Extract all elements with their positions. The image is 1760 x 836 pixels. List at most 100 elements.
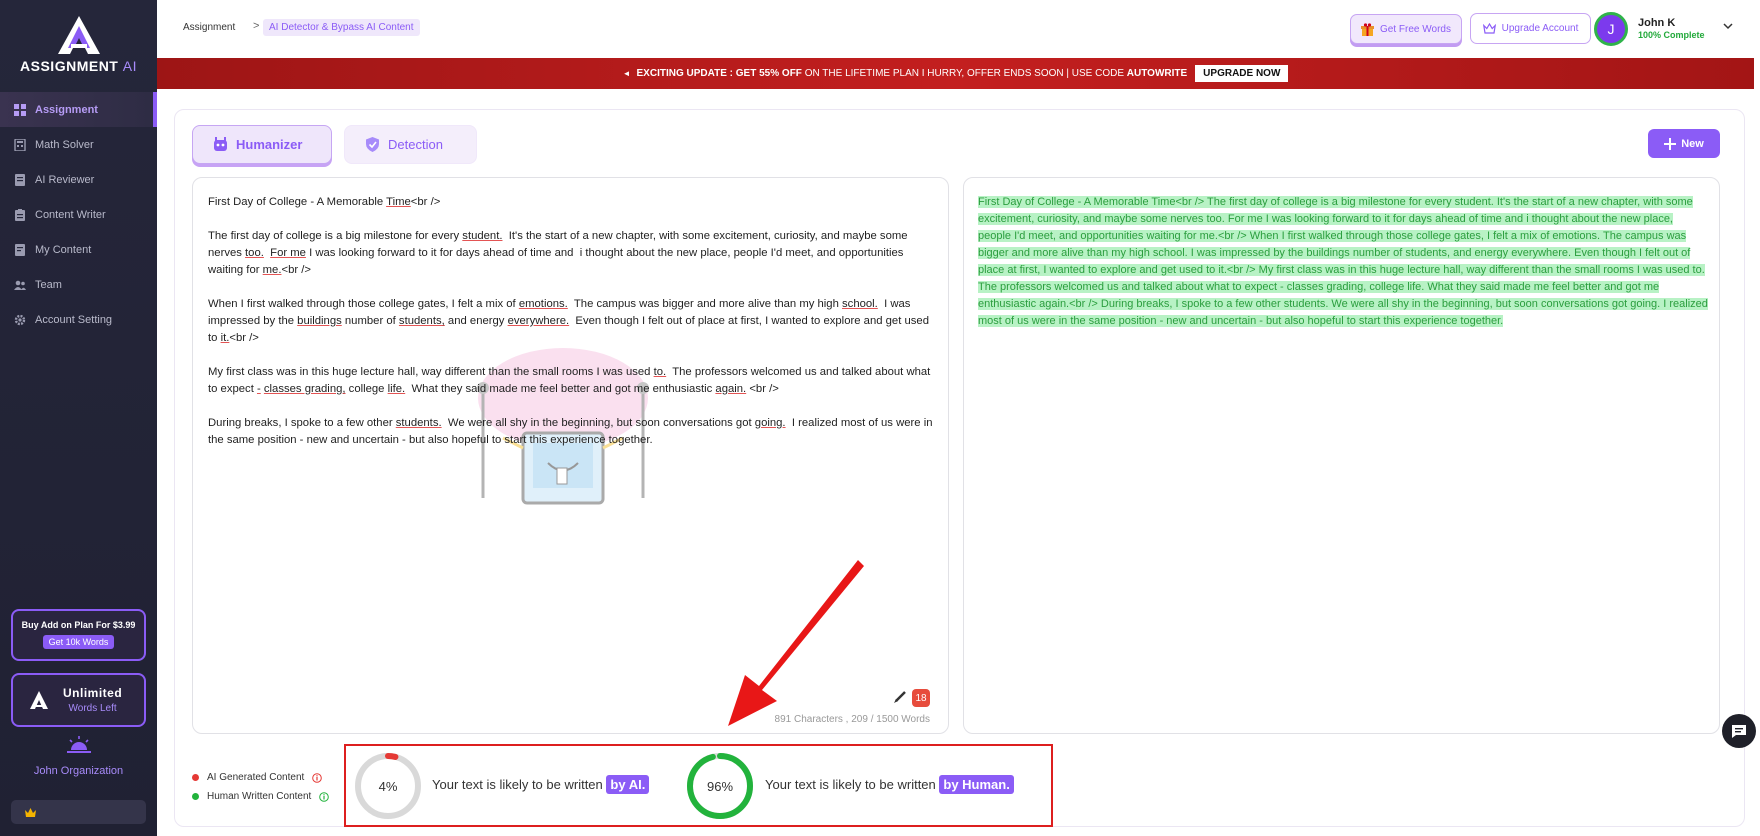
- sidebar-item-label: Account Setting: [35, 313, 113, 326]
- chevron-down-icon[interactable]: [1722, 20, 1734, 32]
- legend-ai: AI Generated Content: [192, 768, 329, 787]
- breadcrumb-root[interactable]: Assignment: [183, 22, 235, 33]
- logo-mark-icon: [30, 691, 48, 709]
- sidebar-item-account-setting[interactable]: Account Setting: [0, 302, 157, 337]
- legend: AI Generated Content Human Written Conte…: [192, 768, 330, 806]
- banner-text: ON THE LIFETIME PLAN I HURRY, OFFER ENDS…: [804, 68, 1125, 79]
- robot-icon: [214, 137, 227, 151]
- organization[interactable]: John Organization: [0, 736, 157, 777]
- output-sentence: When I first walked through those colleg…: [1246, 230, 1601, 242]
- input-editor[interactable]: First Day of College - A Memorable Time<…: [192, 177, 949, 734]
- get-10k-words-button[interactable]: Get 10k Words: [42, 635, 115, 649]
- gift-icon: [1361, 22, 1375, 36]
- sidebar-item-label: AI Reviewer: [35, 173, 95, 186]
- input-paragraph: First Day of College - A Memorable Time<…: [208, 196, 441, 208]
- gear-icon: [14, 314, 26, 326]
- clipboard-icon: [14, 208, 26, 221]
- upgrade-account-label: Upgrade Account: [1501, 23, 1579, 34]
- human-score-sentence: Your text is likely to be written: [765, 777, 936, 792]
- grid-icon: [14, 103, 26, 116]
- word-counter: 891 Characters , 209 / 1500 Words: [774, 714, 930, 725]
- ai-score-text: Your text is likely to be written by AI.: [432, 775, 650, 794]
- sidebar-item-content-writer[interactable]: Content Writer: [0, 197, 157, 232]
- sidebar-item-label: Content Writer: [35, 208, 106, 221]
- upgrade-now-button[interactable]: UPGRADE NOW: [1195, 65, 1289, 82]
- breadcrumb-separator: >: [253, 20, 260, 32]
- sidebar-item-label: Assignment: [35, 103, 98, 116]
- ai-dot-icon: [192, 774, 199, 781]
- sidebar-item-label: My Content: [35, 243, 92, 256]
- sidebar: ASSIGNMENT AI Assignment Math Solver AI …: [0, 0, 157, 836]
- human-score-gauge: 96%: [686, 752, 754, 820]
- get-free-words-button[interactable]: Get Free Words: [1350, 14, 1462, 44]
- plan-card: Unlimited Words Left: [11, 673, 146, 727]
- shield-check-icon: [366, 137, 379, 152]
- humanized-output-text[interactable]: First Day of College - A Memorable Time<…: [978, 194, 1708, 330]
- new-button-label: New: [1681, 137, 1704, 150]
- banner-offer: GET 55% OFF: [735, 68, 802, 79]
- pen-icon[interactable]: [894, 689, 908, 703]
- input-paragraph: During breaks, I spoke to a few other st…: [208, 417, 933, 446]
- sidebar-item-label: Team: [35, 278, 62, 291]
- sidebar-item-math-solver[interactable]: Math Solver: [0, 127, 157, 162]
- org-name: John Organization: [33, 765, 124, 777]
- upgrade-account-button[interactable]: Upgrade Account: [1470, 13, 1591, 44]
- breadcrumb-current: AI Detector & Bypass AI Content: [263, 19, 420, 36]
- banner-code: AUTOWRITE: [1126, 68, 1188, 79]
- addon-title: Buy Add on Plan For $3.99: [21, 620, 136, 630]
- chat-button[interactable]: [1722, 714, 1756, 748]
- human-score-label: 96%: [706, 778, 734, 794]
- logo-text: ASSIGNMENT AI: [20, 58, 137, 74]
- output-sentence: First Day of College - A Memorable Time<…: [978, 196, 1494, 208]
- output-sentence: My first class was in this huge lecture …: [1255, 264, 1705, 276]
- logo-mark-icon: [57, 16, 100, 54]
- input-paragraph: The first day of college is a big milest…: [208, 230, 908, 276]
- chat-icon: [1732, 724, 1746, 738]
- app-logo[interactable]: ASSIGNMENT AI: [0, 14, 157, 74]
- users-icon: [14, 279, 26, 291]
- banner-prefix: EXCITING UPDATE :: [636, 68, 733, 79]
- topbar: Assignment > AI Detector & Bypass AI Con…: [157, 0, 1760, 58]
- ai-score-sentence: Your text is likely to be written: [432, 777, 603, 792]
- info-icon[interactable]: [312, 772, 323, 783]
- legend-human: Human Written Content: [192, 787, 330, 806]
- addon-plan-card: Buy Add on Plan For $3.99 Get 10k Words: [11, 609, 146, 661]
- ai-score-label: 4%: [378, 778, 398, 794]
- crown-icon: [1482, 23, 1496, 34]
- plus-icon: [1664, 137, 1677, 150]
- tab-humanizer[interactable]: Humanizer: [192, 125, 332, 164]
- sunrise-icon: [66, 736, 91, 753]
- input-paragraph: When I first walked through those colleg…: [208, 298, 929, 344]
- human-pill: by Human.: [939, 775, 1014, 794]
- tab-detection[interactable]: Detection: [344, 125, 477, 164]
- human-dot-icon: [192, 793, 199, 800]
- user-name: John K: [1638, 17, 1676, 29]
- sidebar-item-ai-reviewer[interactable]: AI Reviewer: [0, 162, 157, 197]
- input-text[interactable]: First Day of College - A Memorable Time<…: [208, 194, 933, 466]
- info-icon[interactable]: [319, 791, 330, 802]
- legend-ai-label: AI Generated Content: [207, 772, 305, 783]
- avatar[interactable]: J: [1594, 12, 1628, 46]
- ai-score-gauge: 4%: [354, 752, 422, 820]
- sidebar-item-assignment[interactable]: Assignment: [0, 92, 157, 127]
- input-paragraph: My first class was in this huge lecture …: [208, 366, 931, 395]
- output-sentence: We were all shy in the beginning, but so…: [1328, 298, 1661, 310]
- output-panel[interactable]: First Day of College - A Memorable Time<…: [963, 177, 1720, 734]
- sidebar-item-my-content[interactable]: My Content: [0, 232, 157, 267]
- calculator-icon: [14, 138, 26, 151]
- output-sentence: During breaks, I spoke to a few other st…: [1097, 298, 1329, 310]
- sidebar-item-team[interactable]: Team: [0, 267, 157, 302]
- output-sentence: The professors welcomed us and talked ab…: [978, 281, 1425, 293]
- get-free-words-label: Get Free Words: [1380, 23, 1451, 35]
- human-score-text: Your text is likely to be written by Hum…: [765, 775, 1014, 794]
- crown-icon: [25, 807, 36, 817]
- error-count-badge[interactable]: 18: [912, 689, 930, 707]
- speaker-icon: ◄: [622, 69, 631, 78]
- document-icon: [14, 173, 26, 186]
- tab-humanizer-label: Humanizer: [236, 137, 303, 152]
- sidebar-nav: Assignment Math Solver AI Reviewer Conte…: [0, 92, 157, 337]
- plan-subtitle: Words Left: [68, 703, 117, 714]
- tab-detection-label: Detection: [388, 137, 443, 152]
- new-button[interactable]: New: [1648, 129, 1720, 158]
- crown-bar[interactable]: [11, 800, 146, 824]
